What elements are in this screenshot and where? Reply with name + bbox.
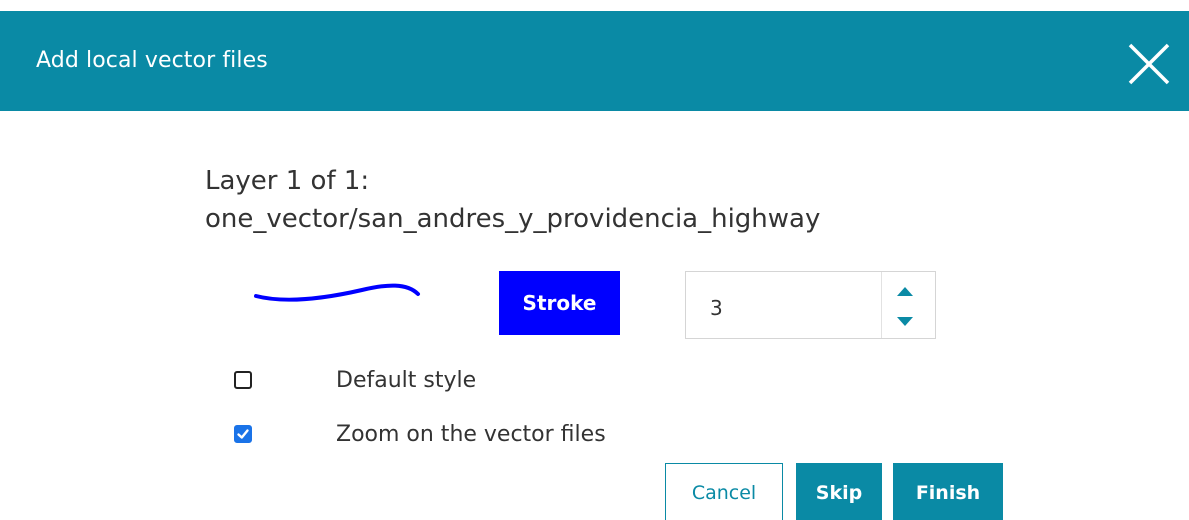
increment-arrow-icon[interactable] — [897, 287, 913, 296]
decrement-arrow-icon[interactable] — [897, 317, 913, 326]
close-button[interactable] — [1126, 41, 1172, 87]
default-style-checkbox[interactable] — [234, 371, 252, 389]
cancel-button[interactable]: Cancel — [665, 463, 783, 520]
dialog-title: Add local vector files — [36, 48, 268, 73]
zoom-label: Zoom on the vector files — [336, 422, 606, 447]
stepper-divider — [881, 272, 882, 338]
line-preview-icon — [254, 283, 420, 302]
layer-heading: Layer 1 of 1: — [205, 166, 370, 196]
finish-button[interactable]: Finish — [893, 463, 1003, 520]
skip-button[interactable]: Skip — [796, 463, 882, 520]
checkmark-icon — [237, 429, 249, 439]
top-strip — [0, 0, 1189, 11]
stroke-color-button[interactable]: Stroke — [499, 271, 620, 335]
dialog: Add local vector files Layer 1 of 1: one… — [0, 0, 1189, 520]
stroke-width-stepper[interactable]: 3 — [685, 271, 936, 339]
stroke-width-value[interactable]: 3 — [710, 296, 723, 320]
close-icon — [1128, 43, 1170, 85]
dialog-header: Add local vector files — [0, 11, 1189, 111]
default-style-label: Default style — [336, 368, 477, 393]
zoom-checkbox[interactable] — [234, 425, 252, 443]
layer-name: one_vector/san_andres_y_providencia_high… — [205, 204, 821, 234]
